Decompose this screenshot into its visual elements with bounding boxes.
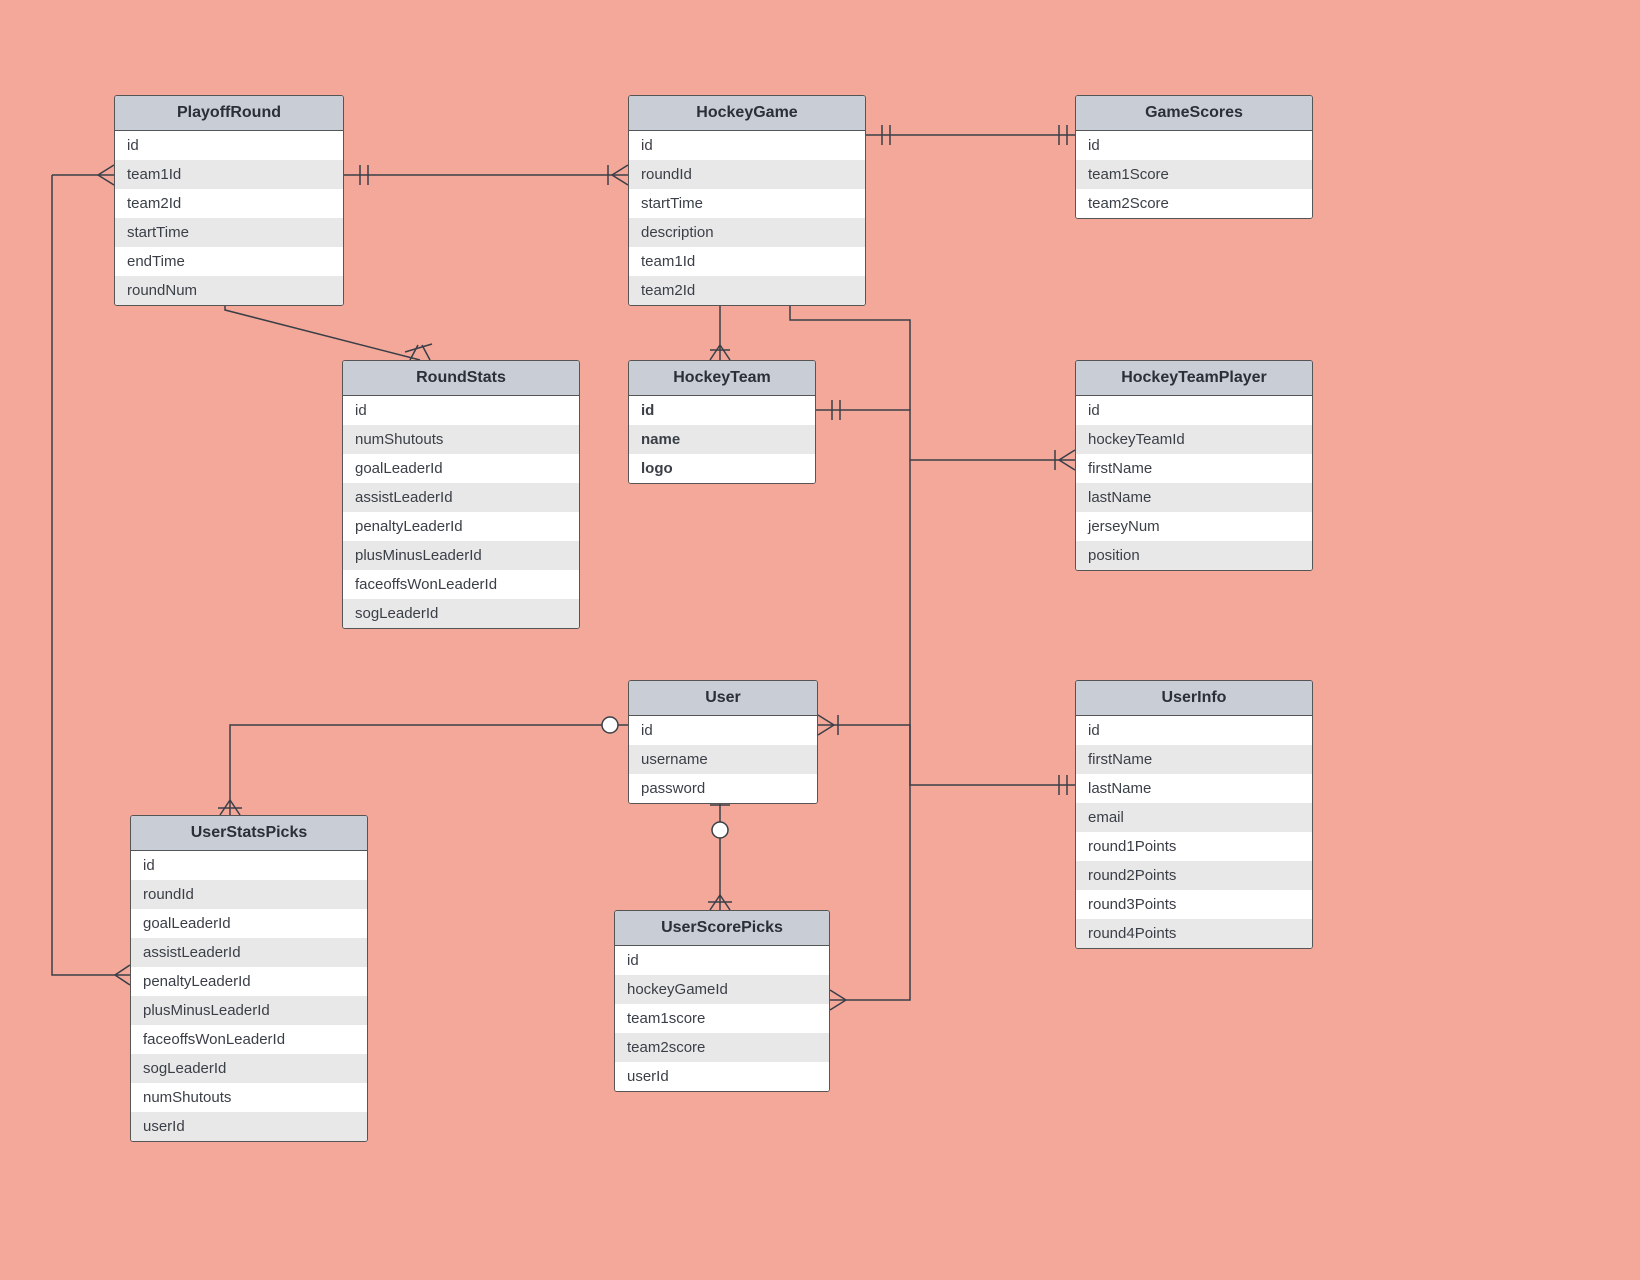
field: email xyxy=(1076,803,1312,832)
field: team2Score xyxy=(1076,189,1312,218)
entity-title: PlayoffRound xyxy=(115,96,343,131)
field: team1Score xyxy=(1076,160,1312,189)
field: team2Id xyxy=(629,276,865,305)
entity-title: HockeyTeamPlayer xyxy=(1076,361,1312,396)
field: id xyxy=(629,131,865,160)
entity-title: User xyxy=(629,681,817,716)
field: numShutouts xyxy=(343,425,579,454)
field: round2Points xyxy=(1076,861,1312,890)
field: description xyxy=(629,218,865,247)
field: id xyxy=(343,396,579,425)
field: roundNum xyxy=(115,276,343,305)
field: team2Id xyxy=(115,189,343,218)
field: position xyxy=(1076,541,1312,570)
field: startTime xyxy=(115,218,343,247)
entity-playoffround: PlayoffRound id team1Id team2Id startTim… xyxy=(114,95,344,306)
field: sogLeaderId xyxy=(131,1054,367,1083)
entity-hockeygame: HockeyGame id roundId startTime descript… xyxy=(628,95,866,306)
field: lastName xyxy=(1076,774,1312,803)
field: team1score xyxy=(615,1004,829,1033)
entity-userscorepicks: UserScorePicks id hockeyGameId team1scor… xyxy=(614,910,830,1092)
field: roundId xyxy=(131,880,367,909)
entity-title: UserInfo xyxy=(1076,681,1312,716)
field: penaltyLeaderId xyxy=(343,512,579,541)
entity-title: HockeyGame xyxy=(629,96,865,131)
field: id xyxy=(629,396,815,425)
field: hockeyTeamId xyxy=(1076,425,1312,454)
field: id xyxy=(1076,716,1312,745)
entity-hockeyteam: HockeyTeam id name logo xyxy=(628,360,816,484)
field: team2score xyxy=(615,1033,829,1062)
field: faceoffsWonLeaderId xyxy=(131,1025,367,1054)
field: roundId xyxy=(629,160,865,189)
field: name xyxy=(629,425,815,454)
field: assistLeaderId xyxy=(343,483,579,512)
entity-roundstats: RoundStats id numShutouts goalLeaderId a… xyxy=(342,360,580,629)
field: plusMinusLeaderId xyxy=(131,996,367,1025)
entity-title: GameScores xyxy=(1076,96,1312,131)
entity-gamescores: GameScores id team1Score team2Score xyxy=(1075,95,1313,219)
field: firstName xyxy=(1076,454,1312,483)
field: team1Id xyxy=(115,160,343,189)
field: team1Id xyxy=(629,247,865,276)
entity-user: User id username password xyxy=(628,680,818,804)
field: goalLeaderId xyxy=(343,454,579,483)
field: logo xyxy=(629,454,815,483)
field: goalLeaderId xyxy=(131,909,367,938)
field: round3Points xyxy=(1076,890,1312,919)
field: endTime xyxy=(115,247,343,276)
field: id xyxy=(131,851,367,880)
entity-userstatspicks: UserStatsPicks id roundId goalLeaderId a… xyxy=(130,815,368,1142)
entity-title: UserScorePicks xyxy=(615,911,829,946)
field: hockeyGameId xyxy=(615,975,829,1004)
field: id xyxy=(615,946,829,975)
entity-hockeyteamplayer: HockeyTeamPlayer id hockeyTeamId firstNa… xyxy=(1075,360,1313,571)
entity-userinfo: UserInfo id firstName lastName email rou… xyxy=(1075,680,1313,949)
field: username xyxy=(629,745,817,774)
field: startTime xyxy=(629,189,865,218)
field: jerseyNum xyxy=(1076,512,1312,541)
field: password xyxy=(629,774,817,803)
field: plusMinusLeaderId xyxy=(343,541,579,570)
field: lastName xyxy=(1076,483,1312,512)
field: assistLeaderId xyxy=(131,938,367,967)
field: firstName xyxy=(1076,745,1312,774)
field: userId xyxy=(131,1112,367,1141)
field: id xyxy=(1076,396,1312,425)
field: numShutouts xyxy=(131,1083,367,1112)
field: penaltyLeaderId xyxy=(131,967,367,996)
field: id xyxy=(1076,131,1312,160)
entity-title: HockeyTeam xyxy=(629,361,815,396)
entity-title: UserStatsPicks xyxy=(131,816,367,851)
field: id xyxy=(629,716,817,745)
field: sogLeaderId xyxy=(343,599,579,628)
field: faceoffsWonLeaderId xyxy=(343,570,579,599)
field: id xyxy=(115,131,343,160)
field: round4Points xyxy=(1076,919,1312,948)
field: userId xyxy=(615,1062,829,1091)
entity-title: RoundStats xyxy=(343,361,579,396)
field: round1Points xyxy=(1076,832,1312,861)
